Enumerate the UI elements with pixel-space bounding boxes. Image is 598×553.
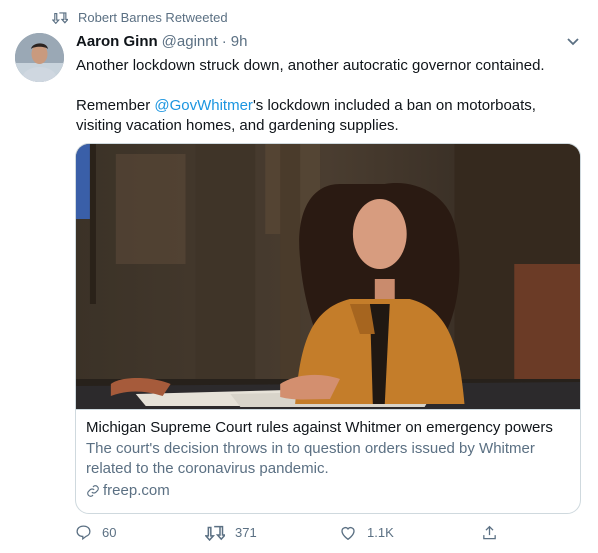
reply-icon xyxy=(76,525,91,541)
link-card[interactable]: Michigan Supreme Court rules against Whi… xyxy=(75,143,581,514)
card-description: The court's decision throws in to questi… xyxy=(86,440,535,477)
more-options-button[interactable] xyxy=(566,34,580,52)
share-icon xyxy=(483,525,496,540)
retweet-icon xyxy=(205,525,225,541)
share-button[interactable] xyxy=(481,524,508,542)
tweet-line-2-prefix: Remember xyxy=(76,97,155,114)
tweet-line-1: Another lockdown struck down, another au… xyxy=(76,57,545,74)
author-name[interactable]: Aaron Ginn xyxy=(76,33,158,50)
retweet-count: 371 xyxy=(235,525,257,540)
card-title: Michigan Supreme Court rules against Whi… xyxy=(86,419,553,436)
tweet-header: Aaron Ginn @aginnt · 9h xyxy=(76,33,247,50)
retweet-icon xyxy=(52,12,68,24)
like-icon xyxy=(341,526,355,541)
author-handle[interactable]: @aginnt xyxy=(162,33,218,50)
card-domain-label: freep.com xyxy=(103,482,170,499)
like-count: 1.1K xyxy=(367,525,394,540)
tweet-line-2: Remember @GovWhitmer's lockdown included… xyxy=(76,96,581,136)
retweet-label: Robert Barnes Retweeted xyxy=(78,10,228,25)
mention-link[interactable]: @GovWhitmer xyxy=(154,97,253,114)
reply-button[interactable]: 60 xyxy=(75,524,116,541)
tweet-actions: 60 371 1.1K xyxy=(75,524,505,546)
link-icon xyxy=(87,485,99,497)
retweet-button[interactable]: 371 xyxy=(205,524,257,541)
retweet-context[interactable]: Robert Barnes Retweeted xyxy=(52,10,228,25)
reply-count: 60 xyxy=(102,525,117,540)
card-domain: freep.com xyxy=(86,481,570,501)
timestamp[interactable]: 9h xyxy=(231,33,248,50)
separator: · xyxy=(221,33,227,50)
avatar[interactable] xyxy=(15,33,64,82)
card-image xyxy=(76,144,580,409)
tweet-text: Another lockdown struck down, another au… xyxy=(76,56,581,136)
card-body: Michigan Supreme Court rules against Whi… xyxy=(76,409,580,501)
like-button[interactable]: 1.1K xyxy=(339,524,394,541)
chevron-down-icon xyxy=(567,38,579,46)
